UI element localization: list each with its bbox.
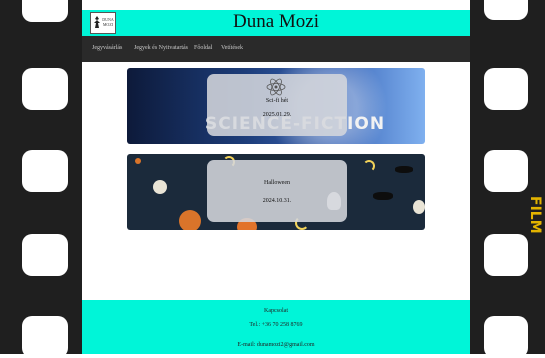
film-hole [22, 68, 68, 110]
film-hole [484, 316, 528, 358]
footer: Kapcsolat Tel.: +36 70 258 8769 E-mail: … [82, 300, 470, 354]
film-hole [22, 316, 68, 358]
event-date: 2024.10.31. [262, 198, 292, 204]
film-strip-right [470, 0, 545, 358]
film-hole [22, 150, 68, 192]
film-label: FILM [527, 196, 543, 234]
event-banner-scifi[interactable]: SCIENCE-FICTION Sci-fi hét 2025.01.29. [127, 68, 425, 144]
event-card[interactable]: Sci-fi hét 2025.01.29. [207, 74, 347, 136]
nav-item-hours[interactable]: Jegyek és Nyitvatartás [134, 45, 188, 51]
film-hole [22, 0, 68, 22]
atom-icon [266, 78, 286, 96]
film-hole [484, 234, 528, 276]
film-hole [22, 234, 68, 276]
skull-icon [153, 180, 167, 194]
film-strip-left [0, 0, 82, 358]
film-hole [484, 68, 528, 110]
moon-icon [363, 160, 375, 172]
pumpkin-icon [135, 158, 141, 164]
event-card[interactable]: Halloween 2024.10.31. [207, 160, 347, 222]
nav-item-screenings[interactable]: Vetítések [221, 45, 243, 51]
event-title: Halloween [264, 180, 290, 186]
site-title: Duna Mozi [232, 11, 319, 32]
nav-item-tickets[interactable]: Jegyvásárlás [92, 45, 122, 51]
event-date: 2025.01.29. [262, 112, 292, 118]
nav-item-home[interactable]: Főoldal [194, 45, 212, 51]
film-hole [484, 0, 528, 20]
header: DUNA MOZI Duna Mozi [82, 10, 470, 36]
event-banner-halloween[interactable]: Halloween 2024.10.31. [127, 154, 425, 230]
film-hole [484, 150, 528, 192]
footer-email[interactable]: E-mail: dunamozi2@gmail.com [82, 342, 470, 348]
navbar: Jegyvásárlás Jegyek és Nyitvatartás Főol… [82, 36, 470, 62]
footer-heading: Kapcsolat [264, 308, 288, 314]
footer-phone: Tel.: +36 70 258 8769 [249, 322, 303, 328]
bat-icon [395, 166, 413, 173]
pumpkin-icon [179, 210, 201, 230]
page: DUNA MOZI Duna Mozi Jegyvásárlás Jegyek … [82, 10, 470, 354]
skull-icon [413, 200, 425, 214]
event-title: Sci-fi hét [265, 98, 289, 104]
bat-icon [373, 192, 393, 200]
